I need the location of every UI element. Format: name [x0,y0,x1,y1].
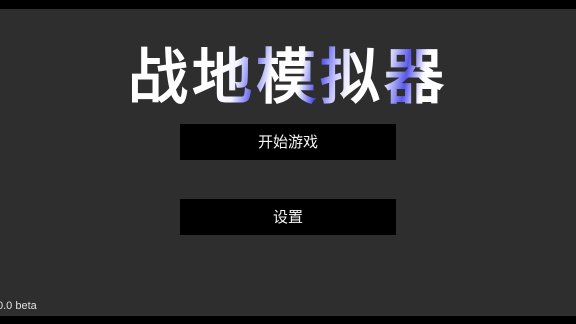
game-screen: 战地模拟器 开始游戏 设置 0.0 beta [0,0,576,324]
game-title: 战地模拟器 [0,42,576,114]
version-label: 0.0 beta [0,300,37,312]
main-menu: 战地模拟器 开始游戏 设置 0.0 beta [0,9,576,316]
start-game-button[interactable]: 开始游戏 [180,124,396,160]
settings-button[interactable]: 设置 [180,199,396,235]
